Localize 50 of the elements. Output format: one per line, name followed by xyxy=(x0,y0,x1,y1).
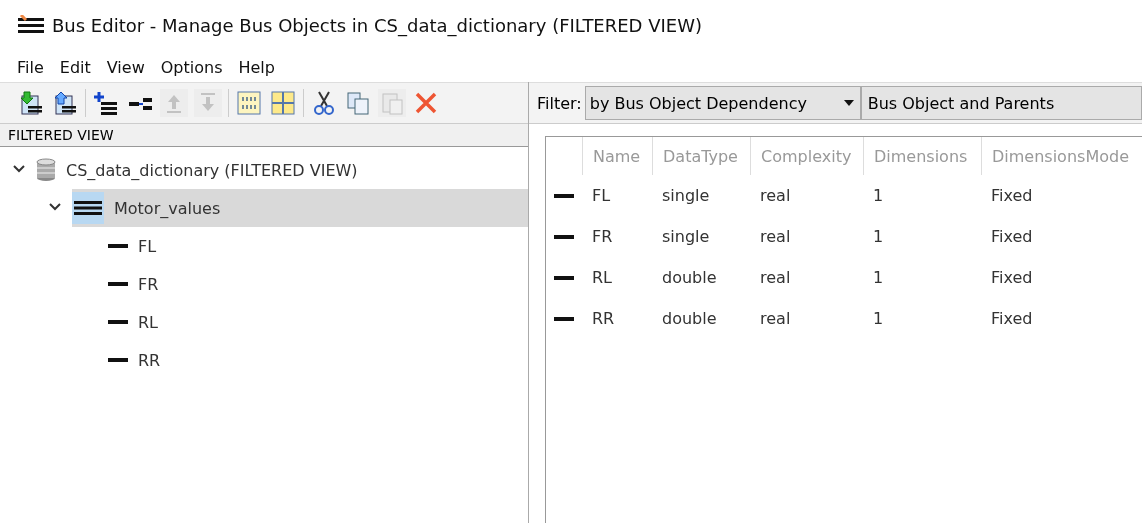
menu-item[interactable]: Options xyxy=(160,58,223,82)
table-cell-text: real xyxy=(759,267,792,289)
menu-item[interactable]: File xyxy=(17,58,44,82)
tree-row[interactable]: RR xyxy=(108,341,528,379)
table-cell-text: RR xyxy=(591,308,616,330)
scissors-icon xyxy=(311,90,337,116)
table-cell-text: real xyxy=(759,308,792,330)
menu-item[interactable]: View xyxy=(106,58,145,82)
grid-icon xyxy=(270,90,296,116)
table-cell-text: 1 xyxy=(872,185,885,207)
table-cell-text: Fixed xyxy=(990,308,1034,330)
table-cell-text: RL xyxy=(591,267,614,289)
filter-scope[interactable]: Bus Object and Parents xyxy=(860,86,1142,120)
close-icon xyxy=(413,90,439,116)
window-title: Bus Editor - Manage Bus Objects in CS_data_dictionary (FILTERED VIEW) xyxy=(52,14,703,36)
tree-row[interactable]: RL xyxy=(108,303,528,341)
table-cell-text: Fixed xyxy=(990,226,1034,248)
table-cell-text: FL xyxy=(591,185,612,207)
table-cell-text: 1 xyxy=(872,308,885,330)
table-cell-text: double xyxy=(661,308,718,330)
menu-item[interactable]: Edit xyxy=(59,58,91,82)
table-cell-text: real xyxy=(759,226,792,248)
export-icon xyxy=(52,90,78,116)
table-cell-text: 1 xyxy=(872,226,885,248)
tree-row[interactable]: FL xyxy=(108,227,528,265)
menu-item[interactable]: Help xyxy=(238,58,275,82)
filter-label: Filter: xyxy=(537,93,582,113)
import-icon xyxy=(18,90,44,116)
table-cell-text: Fixed xyxy=(990,267,1034,289)
tree-row[interactable]: Motor_values xyxy=(72,189,528,227)
toolbar-button[interactable] xyxy=(92,89,120,117)
table-cell-text: Fixed xyxy=(990,185,1034,207)
tree-row[interactable]: CS_data_dictionary (FILTERED VIEW) xyxy=(36,151,528,189)
app-icon xyxy=(18,15,44,35)
copy-icon xyxy=(345,90,371,116)
pane-header: FILTERED VIEW xyxy=(0,124,528,147)
filter-dropdown[interactable]: by Bus Object Dependency xyxy=(584,86,861,120)
table-cell-text: single xyxy=(661,226,711,248)
table-cell-text: FR xyxy=(591,226,614,248)
paste-icon xyxy=(379,90,405,116)
caret-icon xyxy=(843,100,854,106)
table-cell-text: 1 xyxy=(872,267,885,289)
table-cell-text: double xyxy=(661,267,718,289)
table-cell-text: single xyxy=(661,185,711,207)
add-bus-icon xyxy=(93,90,119,116)
table-cell-text: real xyxy=(759,185,792,207)
tree-row[interactable]: FR xyxy=(108,265,528,303)
bus-icon xyxy=(72,192,104,224)
binary-icon xyxy=(236,90,262,116)
database-icon xyxy=(36,158,56,182)
